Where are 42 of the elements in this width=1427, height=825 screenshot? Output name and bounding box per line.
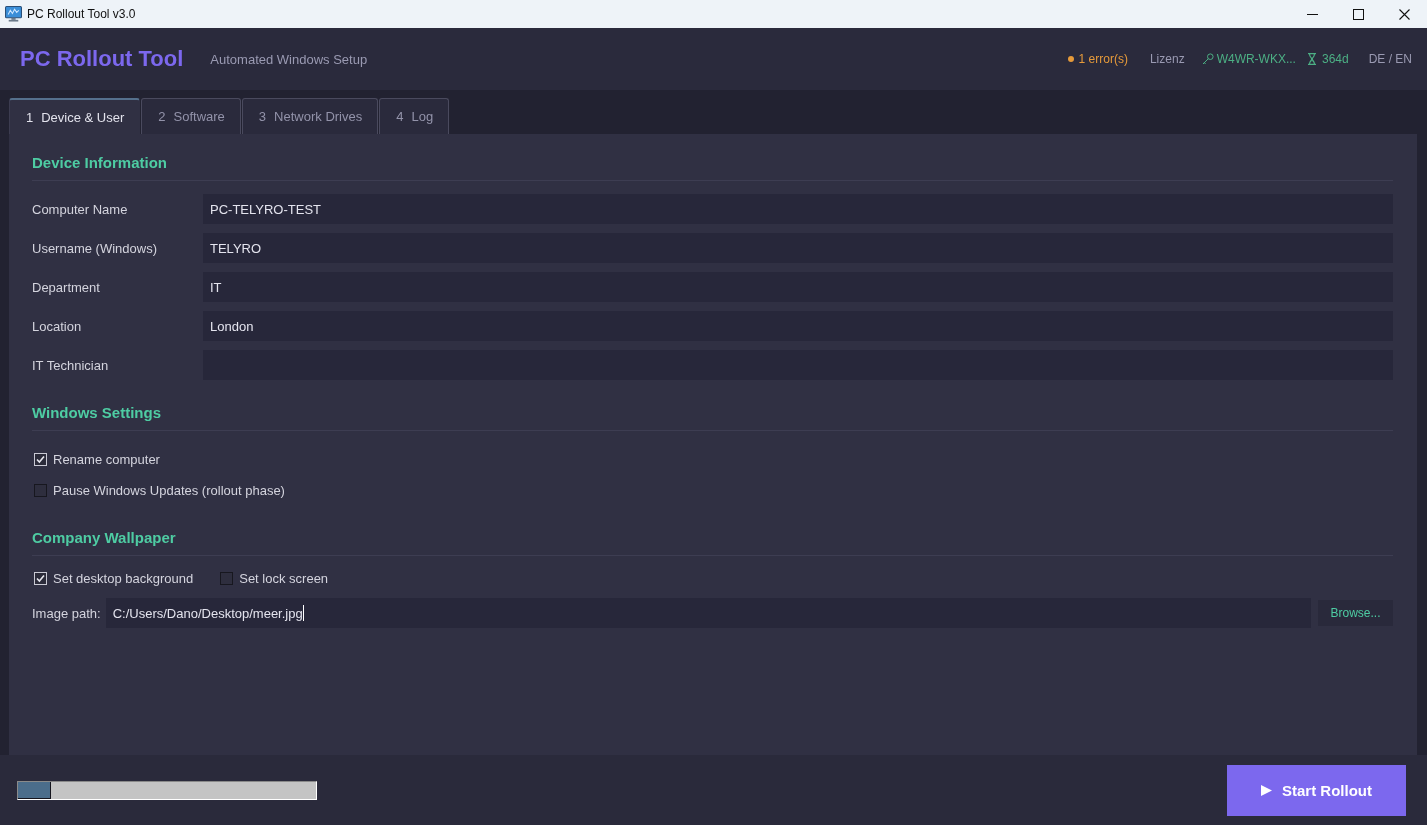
start-rollout-button[interactable]: Start Rollout [1227,764,1406,816]
minimize-icon [1306,13,1318,15]
field-label: Location [32,318,83,334]
close-icon [1398,8,1410,20]
days-remaining: 364d [1321,52,1349,66]
tab[interactable]: 2 Software [141,98,241,134]
status-dot-icon [1067,56,1074,62]
checkbox-label: Set lock screen [239,570,329,586]
app-title: PC Rollout Tool [20,46,184,72]
checkbox[interactable] [34,483,47,497]
checkbox-label: Pause Windows Updates (rollout phase) [53,482,285,498]
checkbox-label: Set desktop background [53,570,194,586]
field-label: Department [32,279,101,295]
text-field[interactable]: London [203,311,1393,341]
text-field[interactable]: IT [203,272,1393,302]
license-label: Lizenz [1149,52,1185,66]
tab[interactable]: 3 Network Drives [241,98,379,134]
checkbox[interactable] [220,571,234,585]
error-count: 1 error(s) [1078,52,1128,66]
key-icon [1201,53,1214,65]
field-label: IT Technician [32,357,110,373]
field-label: Computer Name [32,201,129,217]
play-icon [1261,784,1272,796]
window-title: PC Rollout Tool v3.0 [27,7,136,21]
tab[interactable]: 1 Device & User [9,98,141,134]
license-key: W4WR-WKX... [1216,52,1296,66]
browse-button[interactable]: Browse... [1318,600,1393,626]
field-label: Username (Windows) [32,240,158,256]
section-heading: Windows Settings [32,403,1393,431]
maximize-icon [1352,8,1364,20]
tab[interactable]: 4 Log [379,98,450,134]
monitor-icon [5,6,22,22]
text-field[interactable]: PC-TELYRO-TEST [203,194,1393,224]
text-field[interactable]: TELYRO [203,233,1393,263]
section-heading: Company Wallpaper [32,528,1393,556]
language-toggle[interactable]: DE / EN [1368,52,1412,66]
image-path-field[interactable]: C:/Users/Dano/Desktop/meer.jpg [105,598,1311,628]
hourglass-icon [1307,53,1316,65]
checkbox-label: Rename computer [53,451,160,467]
section-heading: Device Information [32,153,1393,181]
field-label: Image path: [32,605,101,621]
app-subtitle: Automated Windows Setup [210,51,368,67]
